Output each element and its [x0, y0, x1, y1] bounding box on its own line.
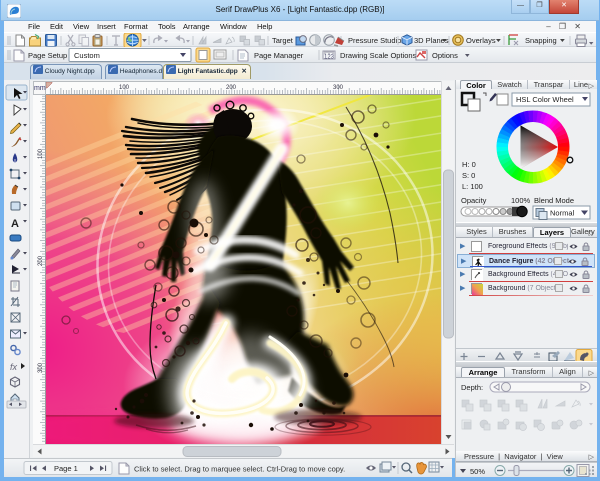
svg-text:Opacity: Opacity: [461, 196, 487, 205]
svg-text:HSL Color Wheel: HSL Color Wheel: [516, 95, 574, 104]
svg-text:Page Manager: Page Manager: [254, 51, 304, 60]
svg-text:200: 200: [226, 85, 237, 91]
svg-text:A: A: [11, 218, 19, 230]
svg-text:Drawing Scale Options: Drawing Scale Options: [340, 51, 417, 60]
svg-text:Page 1: Page 1: [54, 464, 78, 473]
svg-text:H: 0: H: 0: [462, 160, 476, 169]
svg-text:Normal: Normal: [550, 209, 575, 218]
svg-text:50%: 50%: [470, 467, 485, 476]
svg-text:Blend Mode: Blend Mode: [534, 196, 574, 205]
svg-text:S: 0: S: 0: [462, 171, 475, 180]
svg-text:100: 100: [119, 85, 130, 91]
svg-text:Overlays: Overlays: [466, 36, 496, 45]
svg-text:123: 123: [324, 55, 335, 61]
svg-text:fx: fx: [10, 362, 18, 372]
svg-text:100%: 100%: [511, 196, 531, 205]
svg-text:Pressure Studio: Pressure Studio: [348, 36, 401, 45]
svg-text:Options: Options: [432, 51, 458, 60]
svg-text:Depth:: Depth:: [461, 383, 483, 392]
svg-text:Page Setup: Page Setup: [28, 51, 67, 60]
svg-text:Custom: Custom: [74, 51, 100, 60]
svg-text:200: 200: [38, 255, 44, 266]
svg-text:Click to select. Drag to marqu: Click to select. Drag to marquee select.…: [134, 465, 345, 474]
svg-text:L: 100: L: 100: [462, 182, 483, 191]
svg-text:Target: Target: [272, 36, 294, 45]
svg-text:100: 100: [38, 148, 44, 159]
svg-text:Snapping: Snapping: [525, 36, 557, 45]
svg-text:300: 300: [333, 85, 344, 91]
svg-text:300: 300: [38, 362, 44, 373]
